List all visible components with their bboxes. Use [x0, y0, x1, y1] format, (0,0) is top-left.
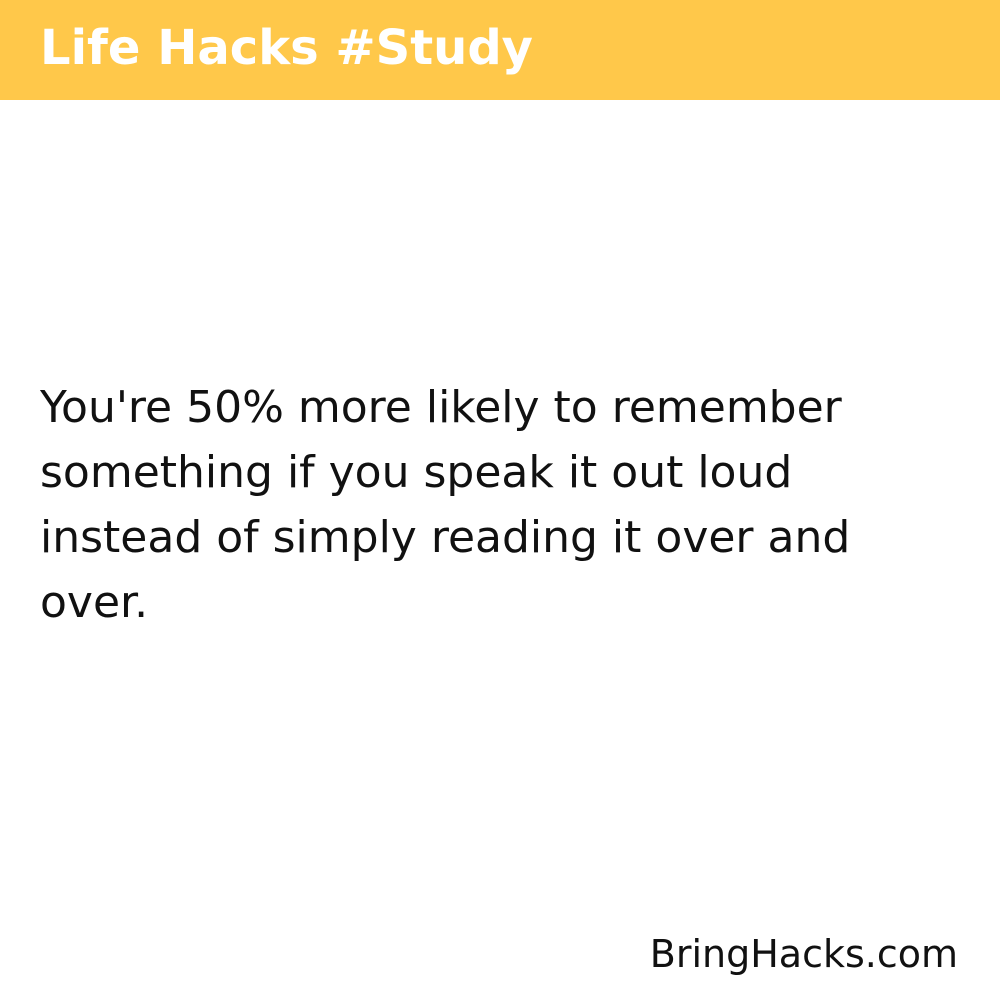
- hack-text: You're 50% more likely to remember somet…: [40, 382, 851, 628]
- site-brand: BringHacks.com: [649, 932, 958, 976]
- header-bar: Life Hacks #Study: [0, 0, 1000, 100]
- page-title: Life Hacks #Study: [40, 20, 533, 76]
